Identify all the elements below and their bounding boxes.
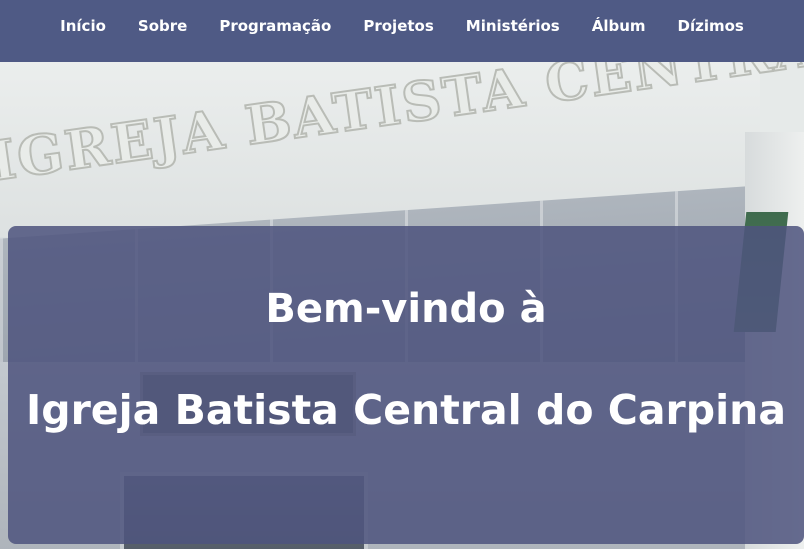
- nav-item-dizimos[interactable]: Dízimos: [662, 17, 760, 35]
- nav-item-projetos[interactable]: Projetos: [347, 17, 449, 35]
- welcome-banner: Bem-vindo à Igreja Batista Central do Ca…: [8, 226, 804, 544]
- nav-item-sobre[interactable]: Sobre: [122, 17, 203, 35]
- nav-item-programacao[interactable]: Programação: [203, 17, 347, 35]
- church-name-heading: Igreja Batista Central do Carpina: [25, 386, 787, 434]
- nav-item-album[interactable]: Álbum: [576, 17, 662, 35]
- nav-item-ministerios[interactable]: Ministérios: [450, 17, 576, 35]
- facade-lettering: IGREJA BATISTA CENTRAL: [0, 62, 804, 194]
- top-navbar: Início Sobre Programação Projetos Minist…: [0, 0, 804, 62]
- nav-menu: Início Sobre Programação Projetos Minist…: [44, 16, 760, 35]
- nav-item-inicio[interactable]: Início: [44, 17, 122, 35]
- welcome-heading: Bem-vindo à: [265, 286, 547, 332]
